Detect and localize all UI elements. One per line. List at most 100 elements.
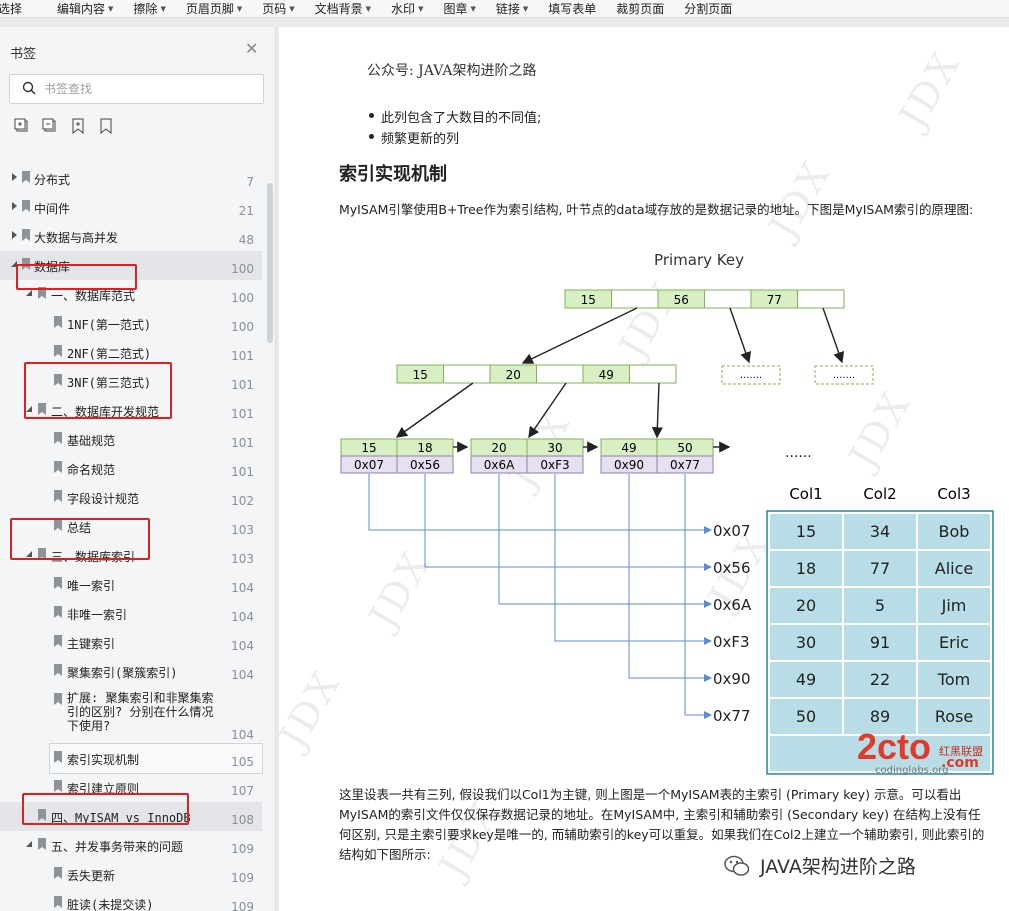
toolbar-item[interactable]: 分割页面 bbox=[675, 0, 743, 17]
expand-right-icon[interactable] bbox=[10, 202, 18, 210]
bookmark-icon bbox=[22, 200, 30, 212]
toolbar-item[interactable]: 擦除 ▼ bbox=[124, 0, 176, 17]
bookmark-item[interactable]: 脏读(未提交读) 109 bbox=[0, 889, 262, 911]
toolbar-item[interactable]: 选择 bbox=[0, 0, 48, 17]
expand-down-icon[interactable] bbox=[25, 550, 33, 558]
bookmark-icon bbox=[22, 258, 30, 270]
bookmark-page-number: 48 bbox=[238, 233, 254, 247]
bookmark-item[interactable]: 索引建立原则 107 bbox=[0, 773, 262, 802]
expand-all-icon[interactable] bbox=[14, 118, 30, 134]
leaf-addr: 0x90 bbox=[614, 458, 644, 472]
bookmark-icon bbox=[54, 490, 62, 502]
caret-down-icon: ▼ bbox=[108, 4, 114, 13]
toolbar-item[interactable]: 水印 ▼ bbox=[382, 0, 434, 17]
leaf-key: 49 bbox=[621, 441, 636, 455]
bookmark-item[interactable]: 丢失更新 109 bbox=[0, 860, 262, 889]
search-icon bbox=[22, 81, 36, 95]
expand-down-icon[interactable] bbox=[25, 840, 33, 848]
toolbar-item[interactable]: 页码 ▼ bbox=[253, 0, 305, 17]
bookmark-label: 索引建立原则 bbox=[67, 782, 140, 796]
document-page: JDX JDX JDX JDX JDX JDX JDX JDX JDX JDX … bbox=[279, 27, 1009, 911]
bookmark-label: 五、并发事务带来的问题 bbox=[51, 840, 184, 854]
bookmark-item[interactable]: 1NF(第一范式) 100 bbox=[0, 309, 262, 338]
toolbar-item[interactable]: 链接 ▼ bbox=[487, 0, 539, 17]
pointer-line bbox=[368, 474, 685, 531]
table-column-header: Col1 bbox=[789, 485, 822, 503]
bookmark-label: 扩展: 聚集索引和非聚集索引的区别? 分别在什么情况下使用? bbox=[67, 691, 214, 733]
caret-down-icon: ▼ bbox=[160, 4, 166, 13]
expand-right-icon[interactable] bbox=[10, 231, 18, 239]
bookmark-item[interactable]: 基础规范 101 bbox=[0, 425, 262, 454]
bookmark-page-number: 104 bbox=[231, 639, 254, 653]
bookmark-item[interactable]: 二、数据库开发规范 101 bbox=[0, 396, 262, 425]
diagram-title: Primary Key bbox=[654, 251, 744, 269]
collapse-all-icon[interactable] bbox=[42, 118, 58, 134]
bookmark-item[interactable]: 非唯一索引 104 bbox=[0, 599, 262, 628]
bookmark-page-number: 104 bbox=[231, 728, 254, 742]
placeholder-dots: ....... bbox=[833, 370, 855, 381]
bookmark-item[interactable]: 命名规范 101 bbox=[0, 454, 262, 483]
bookmark-icon bbox=[38, 838, 46, 850]
expand-down-icon[interactable] bbox=[25, 405, 33, 413]
toolbar-item-label: 分割页面 bbox=[684, 1, 733, 16]
leaf-key: 50 bbox=[677, 441, 692, 455]
bookmark-page-number: 7 bbox=[246, 175, 254, 189]
mid-node-cell bbox=[536, 364, 584, 384]
toolbar-item[interactable]: 页眉页脚 ▼ bbox=[177, 0, 253, 17]
bookmark-search-box[interactable] bbox=[9, 74, 264, 104]
expand-right-icon[interactable] bbox=[10, 173, 18, 181]
bookmark-label: 主键索引 bbox=[67, 637, 116, 651]
bookmark-icon bbox=[38, 809, 46, 821]
list-item: 此列包含了大数目的不同值; bbox=[369, 107, 541, 128]
bookmark-item[interactable]: 聚集索引(聚簇索引) 104 bbox=[0, 657, 262, 686]
bookmark-page-number: 101 bbox=[231, 436, 254, 450]
bookmark-item[interactable]: 2NF(第二范式) 101 bbox=[0, 338, 262, 367]
list-item: 频繁更新的列 bbox=[369, 128, 541, 149]
bookmark-item[interactable]: 大数据与高并发 48 bbox=[0, 222, 262, 251]
bookmark-item[interactable]: 三、数据库索引 103 bbox=[0, 541, 262, 570]
leaf-key: 20 bbox=[491, 441, 506, 455]
pointer-line bbox=[498, 474, 685, 605]
bookmark-item[interactable]: 五、并发事务带来的问题 109 bbox=[0, 831, 262, 860]
add-bookmark-icon[interactable] bbox=[70, 118, 86, 134]
root-node-cell bbox=[611, 289, 659, 309]
toolbar-item-label: 水印 bbox=[391, 1, 416, 16]
bookmark-item[interactable]: 扩展: 聚集索引和非聚集索引的区别? 分别在什么情况下使用? 104 bbox=[0, 686, 262, 744]
tree-edge bbox=[822, 307, 845, 364]
expand-down-icon[interactable] bbox=[25, 289, 33, 297]
toolbar-item-label: 文档背景 bbox=[314, 1, 363, 16]
bookmark-item[interactable]: 字段设计规范 102 bbox=[0, 483, 262, 512]
pointer-line bbox=[554, 474, 685, 642]
bookmark-item[interactable]: 分布式 7 bbox=[0, 164, 262, 193]
bookmark-item[interactable]: 主键索引 104 bbox=[0, 628, 262, 657]
bookmark-label: 聚集索引(聚簇索引) bbox=[67, 666, 178, 680]
bookmark-item[interactable]: 数据库 100 bbox=[0, 251, 262, 280]
toolbar-item[interactable]: 文档背景 ▼ bbox=[306, 0, 382, 17]
bookmark-page-number: 100 bbox=[231, 262, 254, 276]
close-icon[interactable]: ✕ bbox=[245, 39, 258, 58]
toolbar-item[interactable]: 填写表单 bbox=[539, 0, 607, 17]
toolbar-item[interactable]: 裁剪页面 bbox=[607, 0, 675, 17]
bookmark-page-number: 105 bbox=[231, 755, 254, 769]
bookmark-label: 字段设计规范 bbox=[67, 492, 140, 506]
table-cell-value: 77 bbox=[870, 559, 890, 578]
toolbar-item[interactable]: 图章 ▼ bbox=[434, 0, 486, 17]
bookmark-item[interactable]: 唯一索引 104 bbox=[0, 570, 262, 599]
toolbar-item[interactable]: 编辑内容 ▼ bbox=[48, 0, 124, 17]
bookmark-search-input[interactable] bbox=[44, 80, 254, 98]
bookmark-item[interactable]: 一、数据库范式 100 bbox=[0, 280, 262, 309]
bookmark-page-number: 21 bbox=[238, 204, 254, 218]
table-cell-value: 22 bbox=[870, 670, 890, 689]
bookmark-item[interactable]: 中间件 21 bbox=[0, 193, 262, 222]
expand-down-icon[interactable] bbox=[10, 260, 18, 268]
bookmark-scrollbar[interactable] bbox=[267, 183, 273, 343]
bookmark-item[interactable]: 3NF(第三范式) 101 bbox=[0, 367, 262, 396]
root-key: 56 bbox=[674, 293, 689, 307]
section-heading: 索引实现机制 bbox=[339, 164, 447, 185]
bookmark-icon bbox=[54, 896, 62, 908]
bookmark-item[interactable]: 总结 103 bbox=[0, 512, 262, 541]
bookmark-item[interactable]: 索引实现机制 105 bbox=[49, 743, 263, 774]
bookmark-item[interactable]: 四、MyISAM vs InnoDB 108 bbox=[0, 802, 262, 831]
delete-bookmark-icon[interactable] bbox=[98, 118, 114, 134]
bookmark-panel: 书签 ✕ 分布式7中间件21大数据与高并发48数据库100一、数据库范式1001… bbox=[0, 27, 276, 911]
